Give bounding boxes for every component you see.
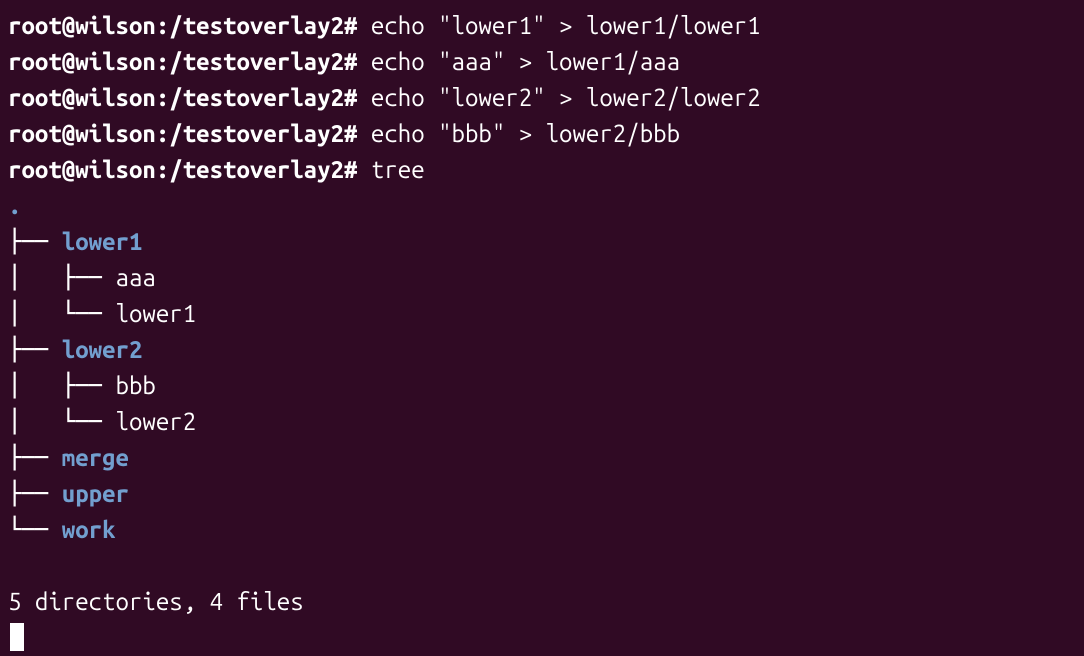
tree-branch: ├── xyxy=(8,444,62,471)
command-text: tree xyxy=(371,156,425,183)
tree-row: │ ├── bbb xyxy=(8,368,1076,404)
tree-row: ├── upper xyxy=(8,476,1076,512)
command-line-3: root@wilson:/testoverlay2# echo "lower2"… xyxy=(8,80,1076,116)
tree-branch: ├── xyxy=(8,480,62,507)
tree-branch: │ └── xyxy=(8,408,116,435)
tree-row: │ └── lower2 xyxy=(8,404,1076,440)
prompt: root@wilson:/testoverlay2# xyxy=(8,48,371,75)
prompt: root@wilson:/testoverlay2# xyxy=(8,156,371,183)
prompt: root@wilson:/testoverlay2# xyxy=(8,120,371,147)
tree-dir-work: work xyxy=(62,516,116,543)
tree-dir-lower1: lower1 xyxy=(62,228,143,255)
command-line-5: root@wilson:/testoverlay2# tree xyxy=(8,152,1076,188)
tree-branch: │ └── xyxy=(8,300,116,327)
tree-file-aaa: aaa xyxy=(116,264,156,291)
cursor-line xyxy=(8,620,1076,656)
tree-row: │ ├── aaa xyxy=(8,260,1076,296)
tree-row: ├── lower1 xyxy=(8,224,1076,260)
tree-file-lower1: lower1 xyxy=(116,300,197,327)
tree-row: │ └── lower1 xyxy=(8,296,1076,332)
prompt: root@wilson:/testoverlay2# xyxy=(8,84,371,111)
command-text: echo "aaa" > lower1/aaa xyxy=(371,48,680,75)
prompt: root@wilson:/testoverlay2# xyxy=(8,12,371,39)
tree-row: ├── lower2 xyxy=(8,332,1076,368)
command-text: echo "bbb" > lower2/bbb xyxy=(371,120,680,147)
tree-branch: ├── xyxy=(8,228,62,255)
tree-dir-merge: merge xyxy=(62,444,129,471)
terminal-cursor xyxy=(10,623,24,651)
tree-branch: │ ├── xyxy=(8,372,116,399)
tree-summary: 5 directories, 4 files xyxy=(8,584,1076,620)
tree-row: └── work xyxy=(8,512,1076,548)
command-line-2: root@wilson:/testoverlay2# echo "aaa" > … xyxy=(8,44,1076,80)
summary-text: 5 directories, 4 files xyxy=(8,588,304,615)
command-line-4: root@wilson:/testoverlay2# echo "bbb" > … xyxy=(8,116,1076,152)
tree-file-lower2: lower2 xyxy=(116,408,197,435)
terminal-output[interactable]: root@wilson:/testoverlay2# echo "lower1"… xyxy=(8,8,1076,656)
blank-line xyxy=(8,548,1076,584)
tree-branch: │ ├── xyxy=(8,264,116,291)
tree-file-bbb: bbb xyxy=(116,372,156,399)
tree-dir-root: . xyxy=(8,192,21,219)
command-line-1: root@wilson:/testoverlay2# echo "lower1"… xyxy=(8,8,1076,44)
command-text: echo "lower1" > lower1/lower1 xyxy=(371,12,761,39)
tree-branch: ├── xyxy=(8,336,62,363)
tree-root: . xyxy=(8,188,1076,224)
tree-dir-upper: upper xyxy=(62,480,129,507)
command-text: echo "lower2" > lower2/lower2 xyxy=(371,84,761,111)
tree-branch: └── xyxy=(8,516,62,543)
tree-row: ├── merge xyxy=(8,440,1076,476)
tree-dir-lower2: lower2 xyxy=(62,336,143,363)
